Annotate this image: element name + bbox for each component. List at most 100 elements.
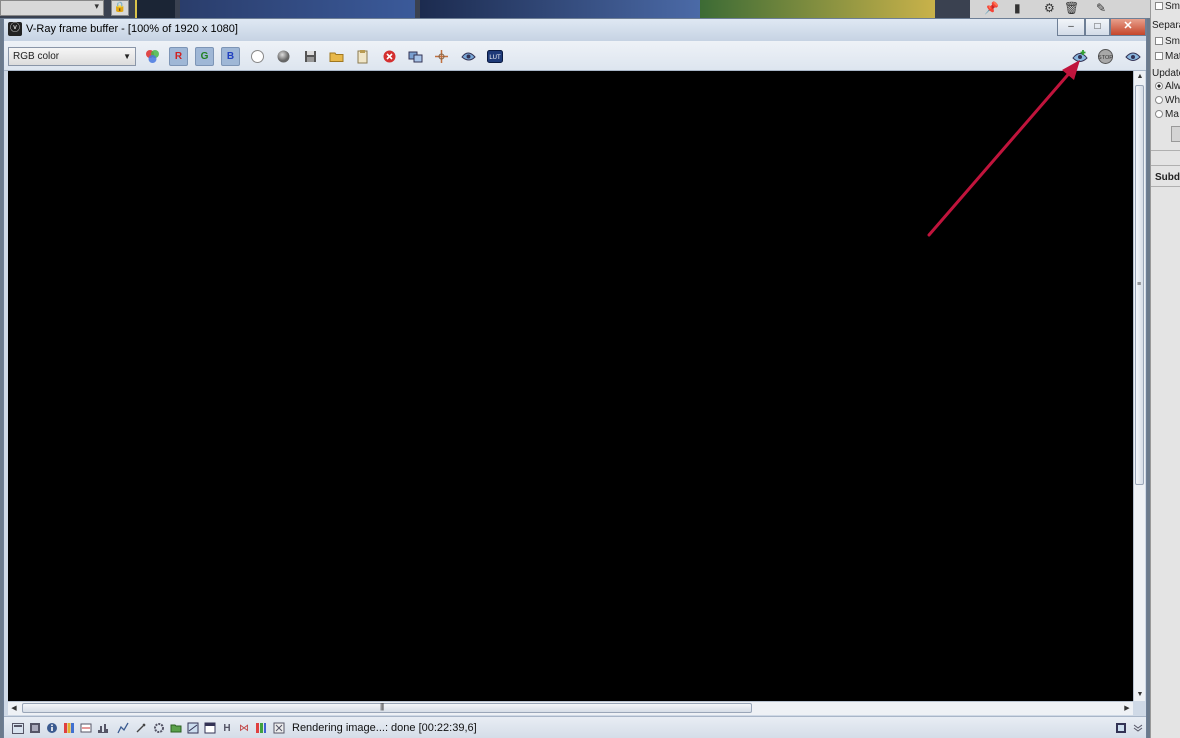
- svg-text:LUT: LUT: [489, 55, 501, 61]
- scroll-down-arrow-icon[interactable]: ▼: [1134, 689, 1146, 701]
- checkbox[interactable]: [1155, 2, 1163, 11]
- red-channel-icon: R: [174, 51, 183, 62]
- window-title: V-Ray frame buffer - [100% of 1920 x 108…: [26, 23, 238, 35]
- host-viewport-thumb: [700, 0, 935, 18]
- horizontal-scroll-thumb[interactable]: |||: [22, 702, 752, 713]
- track-mouse-icon[interactable]: [432, 47, 451, 66]
- render-canvas[interactable]: [8, 71, 1133, 701]
- save-icon[interactable]: [301, 47, 320, 66]
- side-label: Smo: [1165, 36, 1180, 47]
- stop-icon[interactable]: STOP: [1096, 47, 1115, 66]
- side-radio-row[interactable]: Alw: [1155, 81, 1180, 92]
- close-button[interactable]: ✕: [1110, 19, 1146, 36]
- status-bar: H ⋈ Rendering image...: done [00:22:39,6…: [4, 716, 1146, 738]
- horizontal-scrollbar[interactable]: ◀ ||| ▶: [8, 701, 1133, 715]
- render-region-icon[interactable]: [459, 47, 478, 66]
- green-channel-icon: G: [200, 51, 209, 62]
- color-wheel-icon[interactable]: [143, 47, 162, 66]
- red-channel-button[interactable]: R: [169, 47, 188, 66]
- blue-channel-button[interactable]: B: [221, 47, 240, 66]
- expand-icon[interactable]: [1114, 721, 1128, 735]
- title-bar[interactable]: ⓥ V-Ray frame buffer - [100% of 1920 x 1…: [4, 19, 1146, 41]
- pixel-info-icon[interactable]: [116, 721, 130, 735]
- side-checkbox-row[interactable]: Smo: [1155, 36, 1180, 47]
- view-icon[interactable]: [1123, 47, 1142, 66]
- side-label: Ma: [1165, 109, 1179, 120]
- scroll-up-arrow-icon[interactable]: ▲: [1134, 71, 1146, 83]
- render-icon[interactable]: [1070, 47, 1089, 66]
- srgb-icon[interactable]: [186, 721, 200, 735]
- vertical-scrollbar[interactable]: ▲ ≡ ▼: [1133, 71, 1145, 701]
- pin-icon[interactable]: 📌: [984, 1, 999, 15]
- histogram-icon[interactable]: [96, 721, 110, 735]
- white-circle-icon[interactable]: [248, 47, 267, 66]
- side-rollout-title[interactable]: Subd: [1155, 172, 1180, 183]
- green-channel-button[interactable]: G: [195, 47, 214, 66]
- open-folder-icon[interactable]: [327, 47, 346, 66]
- scroll-left-arrow-icon[interactable]: ◀: [8, 702, 20, 715]
- host-viewport-thumb: [135, 0, 175, 18]
- edit-icon[interactable]: ✎: [1096, 1, 1106, 15]
- host-app-top-strip: 🔒 📌 ▮ ⚙ 🗑 ✎: [0, 0, 1150, 18]
- scroll-right-arrow-icon[interactable]: ▶: [1121, 702, 1133, 715]
- settings-icon[interactable]: [152, 721, 166, 735]
- side-label: Alw: [1165, 81, 1180, 92]
- side-label: Subd: [1155, 172, 1180, 183]
- hue-icon[interactable]: H: [220, 721, 234, 735]
- radio[interactable]: [1155, 96, 1163, 105]
- color-icon[interactable]: [254, 721, 268, 735]
- side-label-row: Update: [1152, 68, 1180, 79]
- side-checkbox-row[interactable]: Smo: [1155, 1, 1180, 12]
- maximize-button[interactable]: □: [1085, 19, 1110, 36]
- grip-icon: |||: [380, 702, 384, 711]
- checkbox[interactable]: [1155, 52, 1163, 61]
- modifier-icon[interactable]: ⚙: [1044, 1, 1055, 15]
- vfb-window: ⓥ V-Ray frame buffer - [100% of 1920 x 1…: [3, 18, 1147, 738]
- divider: [1151, 186, 1180, 187]
- host-viewport-thumb: [180, 0, 415, 18]
- divider: [1151, 150, 1180, 151]
- info-icon[interactable]: [45, 721, 59, 735]
- host-tools-strip: 📌 ▮ ⚙ 🗑 ✎: [970, 0, 1150, 18]
- host-viewport-dropdown[interactable]: [0, 0, 104, 16]
- gray-circle-icon[interactable]: [274, 47, 293, 66]
- side-checkbox-row[interactable]: Mat: [1155, 51, 1180, 62]
- side-radio-row[interactable]: Ma: [1155, 109, 1179, 120]
- trash-icon[interactable]: 🗑: [1064, 1, 1079, 15]
- split-icon[interactable]: ⋈: [237, 721, 251, 735]
- side-label: Smo: [1165, 1, 1180, 12]
- divider: [1151, 165, 1180, 166]
- radio[interactable]: [1155, 82, 1163, 91]
- side-label: Update: [1152, 68, 1180, 79]
- status-message: Rendering image...: done [00:22:39,6]: [292, 722, 477, 734]
- minimize-button[interactable]: –: [1057, 19, 1085, 36]
- lock-icon[interactable]: 🔒: [111, 0, 129, 16]
- radio[interactable]: [1155, 110, 1163, 119]
- vray-logo-icon: ⓥ: [8, 22, 22, 36]
- lens-effects-icon[interactable]: [134, 721, 148, 735]
- side-label: Separa: [1152, 20, 1180, 31]
- chevron-down-icon[interactable]: [1131, 721, 1145, 735]
- clipboard-icon[interactable]: [353, 47, 372, 66]
- checkbox[interactable]: [1155, 37, 1163, 46]
- side-label: Wh: [1165, 95, 1180, 106]
- clear-icon[interactable]: [380, 47, 399, 66]
- compare-icon[interactable]: [79, 721, 93, 735]
- side-radio-row[interactable]: Wh: [1155, 95, 1180, 106]
- grip-icon: ≡: [1137, 281, 1142, 288]
- window-icon[interactable]: [203, 721, 217, 735]
- duplicate-icon[interactable]: [406, 47, 425, 66]
- brush-icon[interactable]: ▮: [1014, 1, 1021, 15]
- ruler-icon[interactable]: [272, 721, 286, 735]
- vfb-toolbar: RGB color ▼ R G B LUT STOP: [4, 41, 1146, 71]
- stamp-icon[interactable]: [28, 721, 42, 735]
- channel-select-value: RGB color: [13, 51, 60, 62]
- lut-icon[interactable]: LUT: [485, 47, 504, 66]
- folder-icon[interactable]: [169, 721, 183, 735]
- side-label: Mat: [1165, 51, 1180, 62]
- levels-icon[interactable]: [62, 721, 76, 735]
- side-button[interactable]: [1171, 126, 1180, 142]
- vertical-scroll-thumb[interactable]: ≡: [1135, 85, 1144, 485]
- display-correction-icon[interactable]: [11, 721, 25, 735]
- channel-select[interactable]: RGB color ▼: [8, 47, 136, 66]
